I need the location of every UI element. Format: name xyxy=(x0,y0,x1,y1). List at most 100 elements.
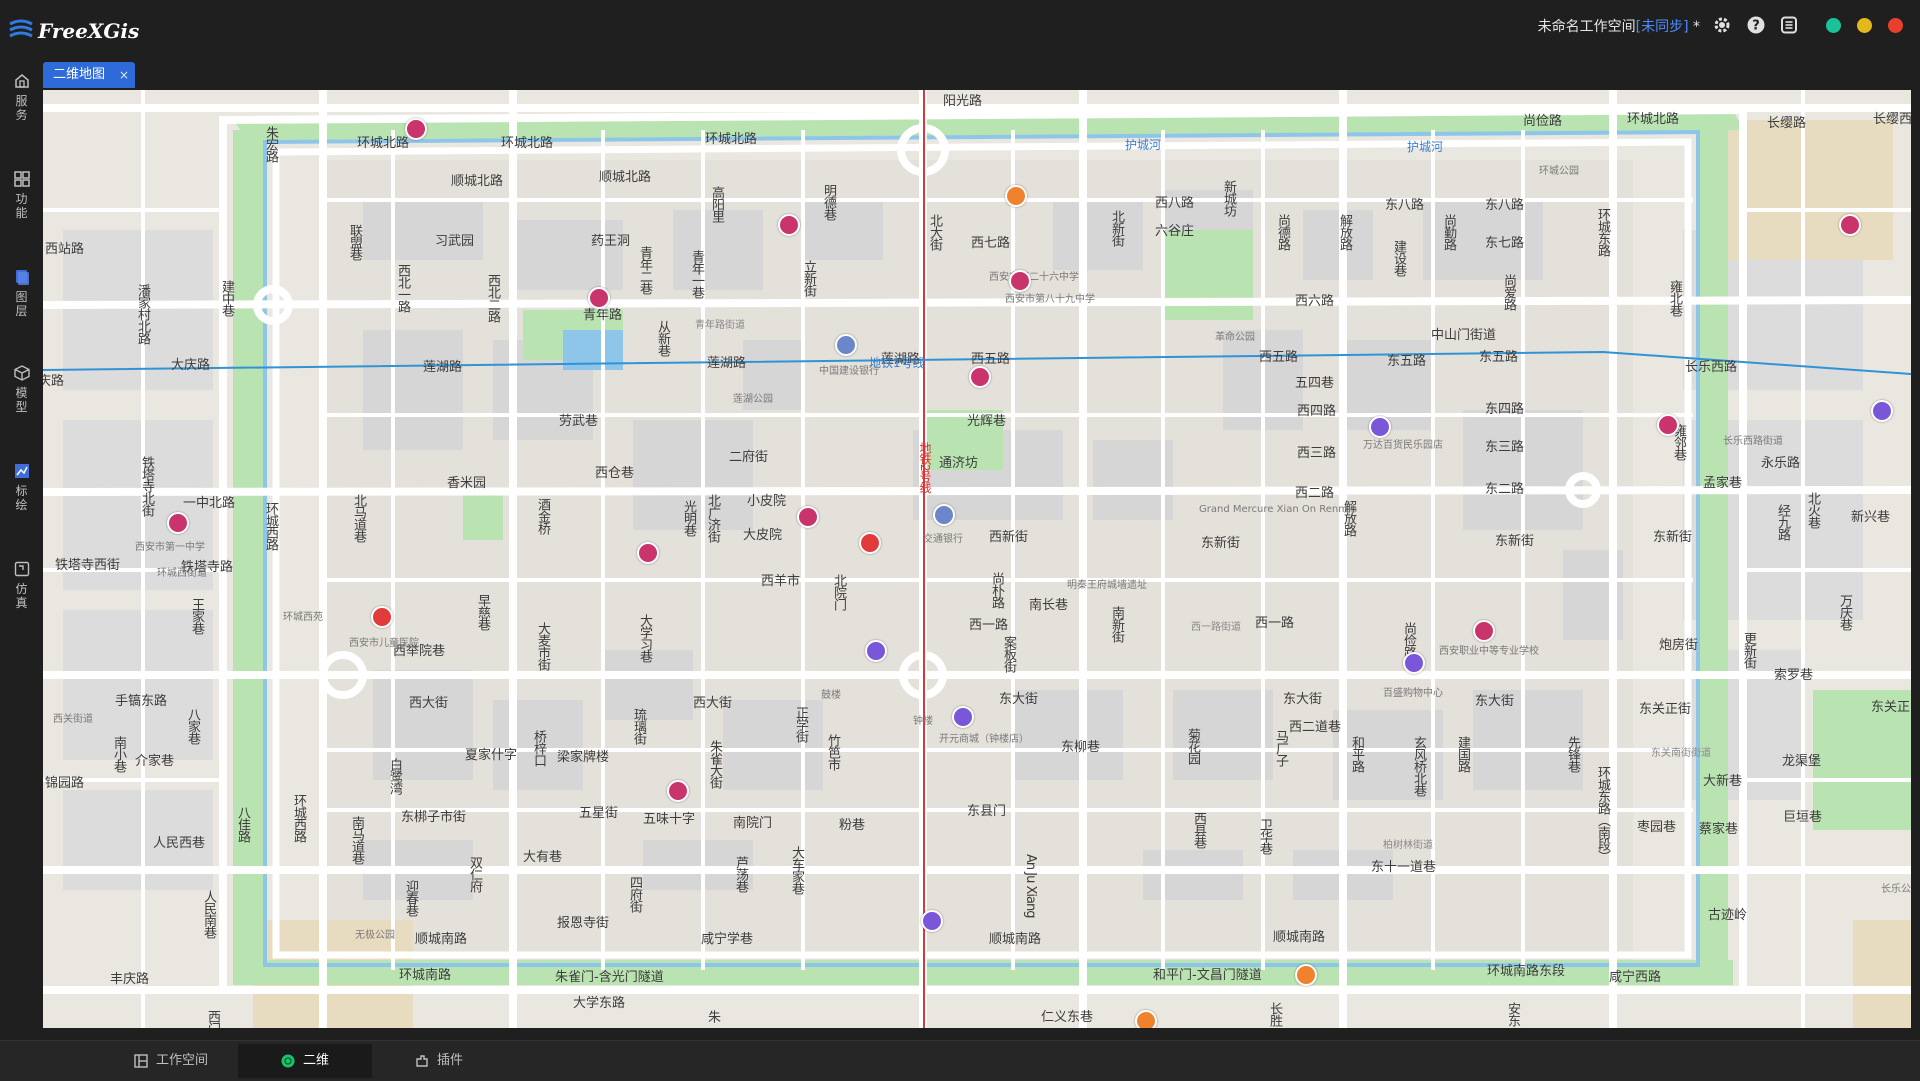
map-label-street: 南院门 xyxy=(733,816,773,831)
shopping-pin-icon[interactable] xyxy=(865,640,887,662)
shopping-pin-icon[interactable] xyxy=(1369,416,1391,438)
bottom-tab-2d[interactable]: 二维 xyxy=(238,1044,372,1078)
toolbar-simulation-button[interactable]: 仿真 xyxy=(0,560,43,610)
map-label-vertical-street: 从新巷 xyxy=(655,320,670,356)
map-label-street: 香米园 xyxy=(447,476,487,491)
map-label-vertical-street: 芦荡巷 xyxy=(733,856,748,892)
map-label-street: 手镐东路 xyxy=(115,694,168,709)
map-label-poi: 无极公园 xyxy=(355,930,395,941)
map-label-street: 二府街 xyxy=(729,450,769,465)
restaurant-pin-icon[interactable] xyxy=(1005,185,1027,207)
map-label-poi: 西安市第八十九中学 xyxy=(1005,294,1095,305)
map-label-street: 莲湖路 xyxy=(423,360,463,375)
map-label-street: 长缨路 xyxy=(1767,116,1807,131)
help-icon[interactable]: ? xyxy=(1746,15,1766,35)
plot-icon xyxy=(14,464,29,478)
map-label-street: 粉巷 xyxy=(839,818,866,833)
map-label-street: 东十一道巷 xyxy=(1371,860,1437,875)
toolbar-function-button[interactable]: 功能 xyxy=(0,170,43,220)
map-label-poi: 西关街道 xyxy=(53,714,93,725)
map-label-street: 通济坊 xyxy=(939,456,979,471)
shopping-pin-icon[interactable] xyxy=(952,706,974,728)
map-label-poi: 环城西苑 xyxy=(283,612,323,623)
bottom-tab-plugin[interactable]: 插件 xyxy=(372,1044,506,1078)
shopping-pin-icon[interactable] xyxy=(1403,652,1425,674)
bank-pin-icon[interactable] xyxy=(835,334,857,356)
school-pin-icon[interactable] xyxy=(1473,620,1495,642)
map-label-street: 东新街 xyxy=(1201,536,1241,551)
shopping-pin-icon[interactable] xyxy=(921,910,943,932)
school-pin-icon[interactable] xyxy=(588,287,610,309)
gear-icon[interactable] xyxy=(1712,15,1732,35)
map-label-vertical-street: 解放路 xyxy=(1337,214,1352,250)
window-close-button[interactable] xyxy=(1888,18,1903,33)
map-label-vertical-street: 玄风桥北巷 xyxy=(1411,736,1426,796)
hospital-pin-icon[interactable] xyxy=(859,532,881,554)
map-label-vertical-street: 更新街 xyxy=(1741,632,1756,668)
map-label-vertical-street: 环城西路 xyxy=(291,794,306,842)
grid-icon xyxy=(13,171,30,187)
map-label-vertical-street: 建中巷 xyxy=(219,280,234,316)
map-label-street: 尚俭路 xyxy=(1523,114,1563,129)
school-pin-icon[interactable] xyxy=(1839,214,1861,236)
map-label-street: 小皮院 xyxy=(747,494,787,509)
toolbar-model-button[interactable]: 模型 xyxy=(0,364,43,414)
bottom-tab-workspace[interactable]: 工作空间 xyxy=(104,1044,238,1078)
bottom-tab-workspace-label: 工作空间 xyxy=(155,1053,208,1068)
restaurant-pin-icon[interactable] xyxy=(1135,1010,1157,1028)
map-label-poi: 西安市第一中学 xyxy=(135,542,205,553)
map-label-vertical-street: 案板街 xyxy=(1001,636,1016,672)
map-label-street: 人民西巷 xyxy=(153,836,206,851)
map-label-street: 东五路 xyxy=(1387,354,1427,369)
map-label-street: 大有巷 xyxy=(523,850,563,865)
map-label-street: 大庆路 xyxy=(43,374,65,389)
school-pin-icon[interactable] xyxy=(667,780,689,802)
toolbar-service-button[interactable]: 服务 xyxy=(0,72,43,122)
map-label-street: 西一路街道 xyxy=(1191,622,1241,633)
window-minimize-button[interactable] xyxy=(1857,18,1872,33)
map-label-vertical-street: 朱宏路 xyxy=(263,126,278,162)
map-label-street: 环城北路 xyxy=(705,132,758,147)
map-label-poi: 环城公园 xyxy=(1539,166,1579,177)
document-icon[interactable] xyxy=(1779,15,1799,35)
map-label-vertical-street: An Ju Xiang xyxy=(1023,854,1038,918)
map-label-street: 柏树林街道 xyxy=(1383,840,1433,851)
school-pin-icon[interactable] xyxy=(797,506,819,528)
map-label-street: 习武园 xyxy=(435,234,475,249)
map-label-vertical-street: 尚勤路 xyxy=(1441,214,1456,250)
map-label-street: 顺城南路 xyxy=(1273,930,1326,945)
map-label-poi: Grand Mercure Xian On Renmin xyxy=(1199,504,1358,515)
map-label-vertical-street: 经九路 xyxy=(1775,504,1790,540)
map-label-street: 东新街 xyxy=(1653,530,1693,545)
toolbar-layer-button[interactable]: 图层 xyxy=(0,268,43,318)
school-pin-icon[interactable] xyxy=(405,118,427,140)
school-pin-icon[interactable] xyxy=(1657,414,1679,436)
map-label-street: 西五路 xyxy=(1259,350,1299,365)
school-pin-icon[interactable] xyxy=(1009,270,1031,292)
toolbar-plot-label: 标绘 xyxy=(15,484,28,512)
school-pin-icon[interactable] xyxy=(637,542,659,564)
map-label-street: 东大街 xyxy=(999,692,1039,707)
window-maximize-button[interactable] xyxy=(1826,18,1841,33)
map-label-street: 东七路 xyxy=(1485,236,1525,251)
tab-close-icon[interactable]: × xyxy=(119,62,129,88)
map-label-street: 西六路 xyxy=(1295,294,1335,309)
toolbar-plot-button[interactable]: 标绘 xyxy=(0,462,43,512)
restaurant-pin-icon[interactable] xyxy=(1295,964,1317,986)
bank-pin-icon[interactable] xyxy=(933,504,955,526)
shopping-pin-icon[interactable] xyxy=(1871,400,1893,422)
school-pin-icon[interactable] xyxy=(778,214,800,236)
map-canvas[interactable]: 阳光路 环城北路 环城北路 环城北路 尚俭路 环城北路 长缨路 长缨西 顺城北路… xyxy=(43,90,1911,1028)
map-label-street: 东八路 xyxy=(1485,198,1525,213)
map-label-street: 介家巷 xyxy=(135,754,175,769)
map-label-vertical-street: 竹笆市 xyxy=(825,734,840,770)
school-pin-icon[interactable] xyxy=(969,366,991,388)
map-label-street: 长缨西 xyxy=(1873,112,1911,127)
tab-2d-map[interactable]: 二维地图 × xyxy=(43,62,135,88)
map-label-street: 东八路 xyxy=(1385,198,1425,213)
map-label-poi: 莲湖公园 xyxy=(733,394,773,405)
map-label-poi: 钟楼 xyxy=(913,716,933,727)
toolbar-layer-label: 图层 xyxy=(15,290,28,318)
hospital-pin-icon[interactable] xyxy=(371,606,393,628)
school-pin-icon[interactable] xyxy=(167,512,189,534)
